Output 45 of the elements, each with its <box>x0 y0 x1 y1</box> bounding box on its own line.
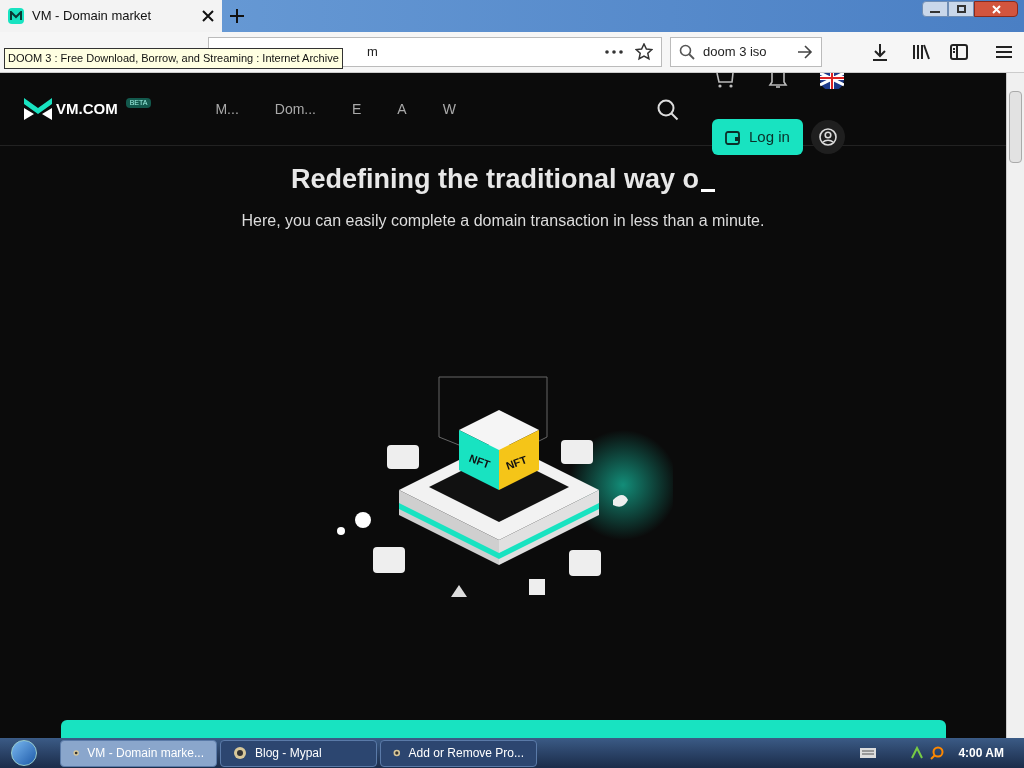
taskbar-button[interactable]: Add or Remove Pro... <box>380 739 537 767</box>
site-logo-text[interactable]: VM.COM <box>56 97 118 121</box>
sidebar-icon[interactable] <box>950 44 968 60</box>
site-favicon-icon <box>8 8 24 24</box>
cart-icon[interactable] <box>715 73 735 89</box>
keyboard-icon[interactable] <box>860 748 877 758</box>
star-icon[interactable] <box>635 43 653 61</box>
vm-logo-icon[interactable] <box>24 98 52 120</box>
hero-title: Redefining the traditional way o <box>290 163 699 196</box>
search-icon[interactable] <box>657 99 679 121</box>
nav-link[interactable]: A <box>397 98 407 120</box>
login-button[interactable]: Log in <box>712 119 803 155</box>
nft-platform-drawing: NFT NFT <box>333 375 673 615</box>
close-window-button[interactable] <box>974 1 1018 17</box>
tooltip: DOOM 3 : Free Download, Borrow, and Streaming : Internet Archive <box>4 48 343 69</box>
bell-icon[interactable] <box>768 73 788 89</box>
scrollbar[interactable] <box>1006 73 1024 738</box>
new-tab-icon[interactable] <box>230 9 244 23</box>
arrow-right-icon[interactable] <box>797 45 813 59</box>
user-icon <box>819 128 837 146</box>
hero-subtitle: Here, you can easily complete a domain transaction in less than a minute. <box>241 211 765 231</box>
menu-icon[interactable] <box>996 45 1012 59</box>
account-button[interactable] <box>811 120 845 154</box>
search-field[interactable]: doom 3 iso <box>670 37 822 67</box>
app-icon <box>233 746 247 760</box>
taskbar-button[interactable]: Blog - Mypal <box>220 739 377 767</box>
browser-tab[interactable]: VM - Domain market <box>0 0 222 32</box>
network-icon[interactable] <box>910 746 925 760</box>
more-icon[interactable] <box>605 50 623 54</box>
minimize-button[interactable] <box>922 1 948 17</box>
download-icon[interactable] <box>872 43 888 61</box>
nav-link[interactable]: M... <box>215 98 239 120</box>
clock[interactable]: 4:00 AM <box>958 744 1004 762</box>
close-icon <box>991 4 1001 14</box>
library-icon[interactable] <box>912 44 930 60</box>
close-icon[interactable] <box>202 10 214 22</box>
search-icon <box>679 44 695 60</box>
maximize-button[interactable] <box>948 1 974 17</box>
uk-flag-icon[interactable] <box>820 73 844 89</box>
nav-link[interactable]: Dom... <box>274 98 316 120</box>
nav-link[interactable]: W <box>442 98 456 120</box>
start-trading-button[interactable] <box>61 720 946 740</box>
wallet-icon <box>725 129 741 145</box>
nav-link[interactable]: E <box>352 98 362 120</box>
typing-cursor <box>701 189 715 192</box>
